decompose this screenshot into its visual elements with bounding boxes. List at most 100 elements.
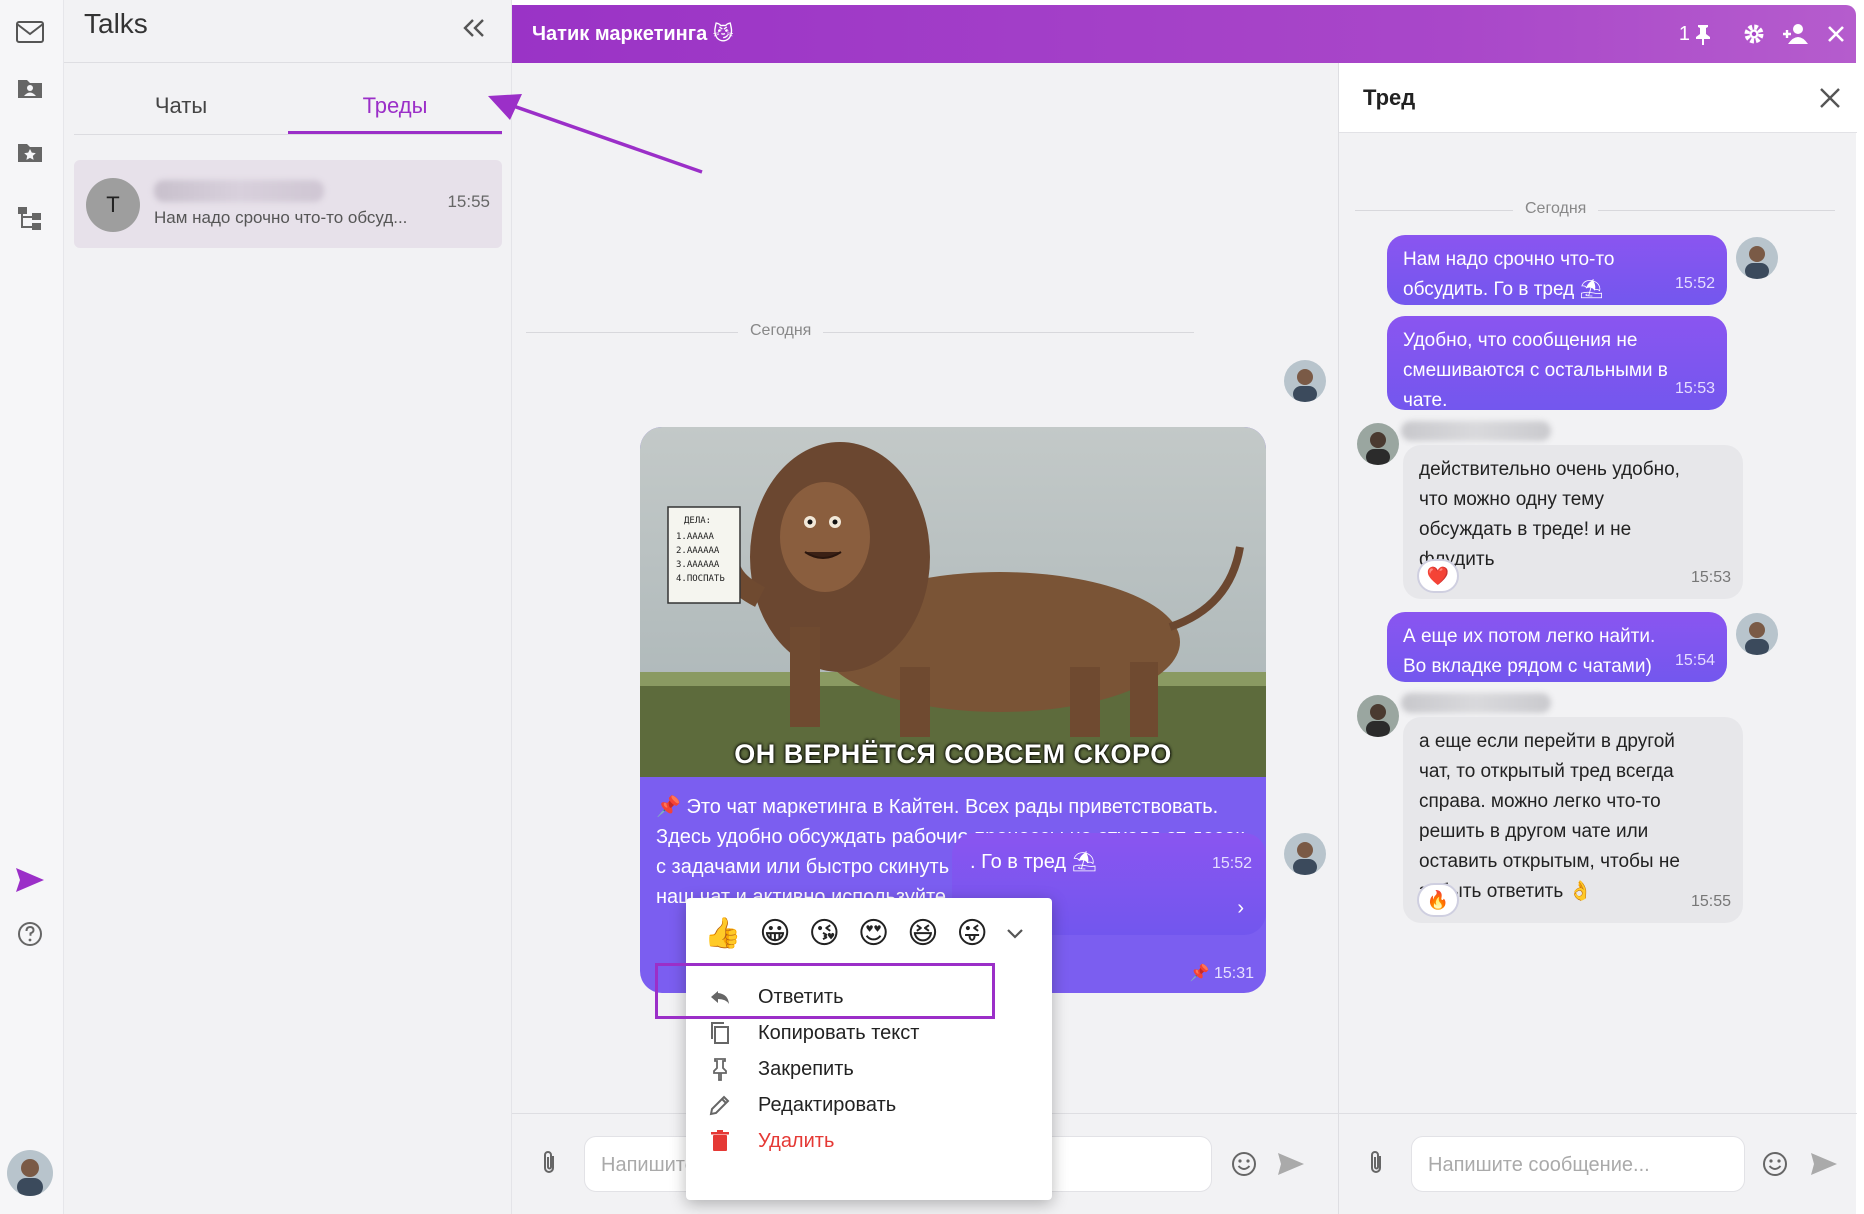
collapse-sidebar-icon[interactable] — [452, 8, 496, 48]
thread-preview-text: Нам надо срочно что-то обсуд... — [154, 208, 408, 227]
pinned-count: 1 — [1678, 22, 1690, 45]
reaction-heart-eyes[interactable]: 😍 — [858, 916, 889, 951]
menu-item-delete[interactable]: Удалить — [686, 1120, 1052, 1162]
message-avatar — [1284, 360, 1326, 402]
message-avatar — [1357, 423, 1399, 465]
emoji-smiley-icon[interactable] — [1230, 1150, 1260, 1180]
author-name-blurred — [1401, 421, 1551, 441]
contacts-folder-icon[interactable] — [8, 66, 52, 110]
message-time: 15:53 — [1674, 380, 1715, 397]
more-reactions-chevron-icon[interactable] — [1006, 928, 1024, 940]
thread-message[interactable]: Удобно, что сообщения не смешиваются с о… — [1387, 316, 1727, 411]
reaction-laugh[interactable]: 😆 — [907, 916, 938, 951]
date-separator: Сегодня — [738, 322, 824, 340]
tabs-baseline — [74, 134, 502, 135]
message-text: Нам надо срочно что-то обсудить. Го в тр… — [1403, 249, 1615, 300]
reaction-thumbs-up[interactable]: 👍 — [704, 916, 741, 951]
menu-item-label: Удалить — [758, 1129, 835, 1152]
favorites-folder-icon[interactable] — [8, 130, 52, 174]
reaction-smile[interactable]: 😀 — [759, 916, 790, 951]
note-line: 3.АААААА — [676, 560, 720, 570]
pin-icon — [708, 1057, 732, 1081]
tab-chats[interactable]: Чаты — [74, 78, 288, 134]
trash-icon — [708, 1129, 732, 1153]
note-line: 2.АААААА — [676, 546, 720, 556]
message-time: 15:52 — [1211, 855, 1252, 872]
attach-paperclip-icon[interactable] — [1361, 1148, 1391, 1178]
send-message-icon[interactable] — [1809, 1150, 1839, 1180]
message-time-value: 15:31 — [1213, 965, 1254, 982]
menu-item-label: Редактировать — [758, 1093, 897, 1116]
chat-header: Чатик маркетинга 😼 1 — [512, 5, 1856, 63]
open-thread-chevron-icon[interactable]: › — [1237, 897, 1244, 920]
annotation-arrow-icon — [488, 94, 703, 174]
pencil-icon — [708, 1093, 732, 1117]
attach-paperclip-icon[interactable] — [534, 1148, 564, 1178]
help-icon[interactable] — [8, 912, 52, 956]
author-name-blurred — [1401, 693, 1551, 713]
thread-list-item[interactable]: T Нам надо срочно что-то обсуд... 15:55 — [74, 160, 502, 248]
note-line: 4.ПОСПАТЬ — [676, 574, 725, 584]
add-member-icon[interactable] — [1782, 22, 1810, 46]
note-line: 1.ААААА — [676, 532, 715, 542]
send-message-icon[interactable] — [1276, 1150, 1306, 1180]
message-avatar — [1357, 695, 1399, 737]
thread-title: Тред — [1363, 85, 1416, 110]
message-avatar — [1736, 237, 1778, 279]
active-tab-indicator — [288, 131, 502, 134]
sidebar-title: Talks — [84, 8, 148, 39]
pin-icon — [1694, 23, 1712, 45]
reply-highlight-frame — [655, 963, 995, 1019]
thread-header: Тред — [1339, 63, 1857, 133]
thread-message[interactable]: А еще их потом легко найти. Во вкладке р… — [1387, 612, 1727, 682]
thread-pane: Тред Сегодня Нам надо срочно что-то обсу… — [1338, 63, 1857, 1214]
copy-icon — [708, 1021, 732, 1045]
message-text: Удобно, что сообщения не смешиваются с о… — [1403, 330, 1668, 411]
send-arrow-icon[interactable] — [8, 858, 52, 902]
thread-message-input[interactable]: Напишите сообщение... — [1411, 1136, 1745, 1192]
chat-title: Чатик маркетинга 😼 — [532, 23, 734, 45]
message-text: . Го в тред ⛱ — [970, 851, 1098, 873]
message-text: А еще их потом легко найти. Во вкладке р… — [1403, 626, 1656, 677]
reaction-picker: 👍 😀 😘 😍 😆 😜 — [704, 916, 1024, 951]
date-separator-line — [526, 332, 1194, 333]
close-chat-icon[interactable] — [1826, 24, 1846, 44]
thread-input-bar: Напишите сообщение... — [1339, 1113, 1857, 1214]
message-time: 📌 15:31 — [1189, 965, 1254, 982]
thread-author-avatar: T — [86, 178, 140, 232]
reaction-badge[interactable]: 🔥 — [1417, 883, 1459, 917]
message-avatar — [1284, 833, 1326, 875]
tab-threads[interactable]: Треды — [288, 78, 502, 134]
message-text: действительно очень удобно, что можно од… — [1419, 459, 1680, 570]
thread-message[interactable]: действительно очень удобно, что можно од… — [1403, 445, 1743, 599]
message-time: 15:55 — [1690, 893, 1731, 910]
message-avatar — [1736, 613, 1778, 655]
settings-gear-icon[interactable] — [1742, 22, 1766, 46]
thread-message[interactable]: а еще если перейти в другой чат, то откр… — [1403, 717, 1743, 923]
note-line: ДЕЛА: — [684, 516, 711, 526]
message-text: а еще если перейти в другой чат, то откр… — [1419, 731, 1680, 902]
icon-rail — [0, 0, 64, 1214]
message-time: 15:52 — [1674, 275, 1715, 292]
reaction-badge[interactable]: ❤️ — [1417, 559, 1459, 593]
divider — [64, 62, 512, 63]
close-thread-icon[interactable] — [1817, 85, 1843, 111]
menu-item-label: Закрепить — [758, 1057, 854, 1080]
message-time: 15:54 — [1674, 652, 1715, 669]
menu-item-label: Копировать текст — [758, 1021, 920, 1044]
thread-author-name-blurred — [154, 180, 324, 202]
thread-time: 15:55 — [447, 192, 490, 211]
message-time: 15:53 — [1690, 569, 1731, 586]
meme-image[interactable]: ДЕЛА: 1.ААААА 2.АААААА 3.АААААА 4.ПОСПАТ… — [640, 427, 1266, 777]
mail-icon[interactable] — [8, 10, 52, 54]
message-context-menu: 👍 😀 😘 😍 😆 😜 Ответить Копировать текст За… — [686, 898, 1052, 1200]
emoji-smiley-icon[interactable] — [1761, 1150, 1791, 1180]
reaction-kiss[interactable]: 😘 — [809, 916, 840, 951]
user-avatar[interactable] — [7, 1150, 53, 1196]
thread-message[interactable]: Нам надо срочно что-то обсудить. Го в тр… — [1387, 235, 1727, 305]
reaction-wink-tongue[interactable]: 😜 — [956, 916, 987, 951]
date-separator: Сегодня — [1513, 200, 1599, 218]
structure-icon[interactable] — [8, 196, 52, 240]
pinned-messages-button[interactable]: 1 — [1679, 23, 1712, 46]
talks-sidebar: Talks Чаты Треды T Нам надо срочно что-т… — [64, 0, 512, 1214]
